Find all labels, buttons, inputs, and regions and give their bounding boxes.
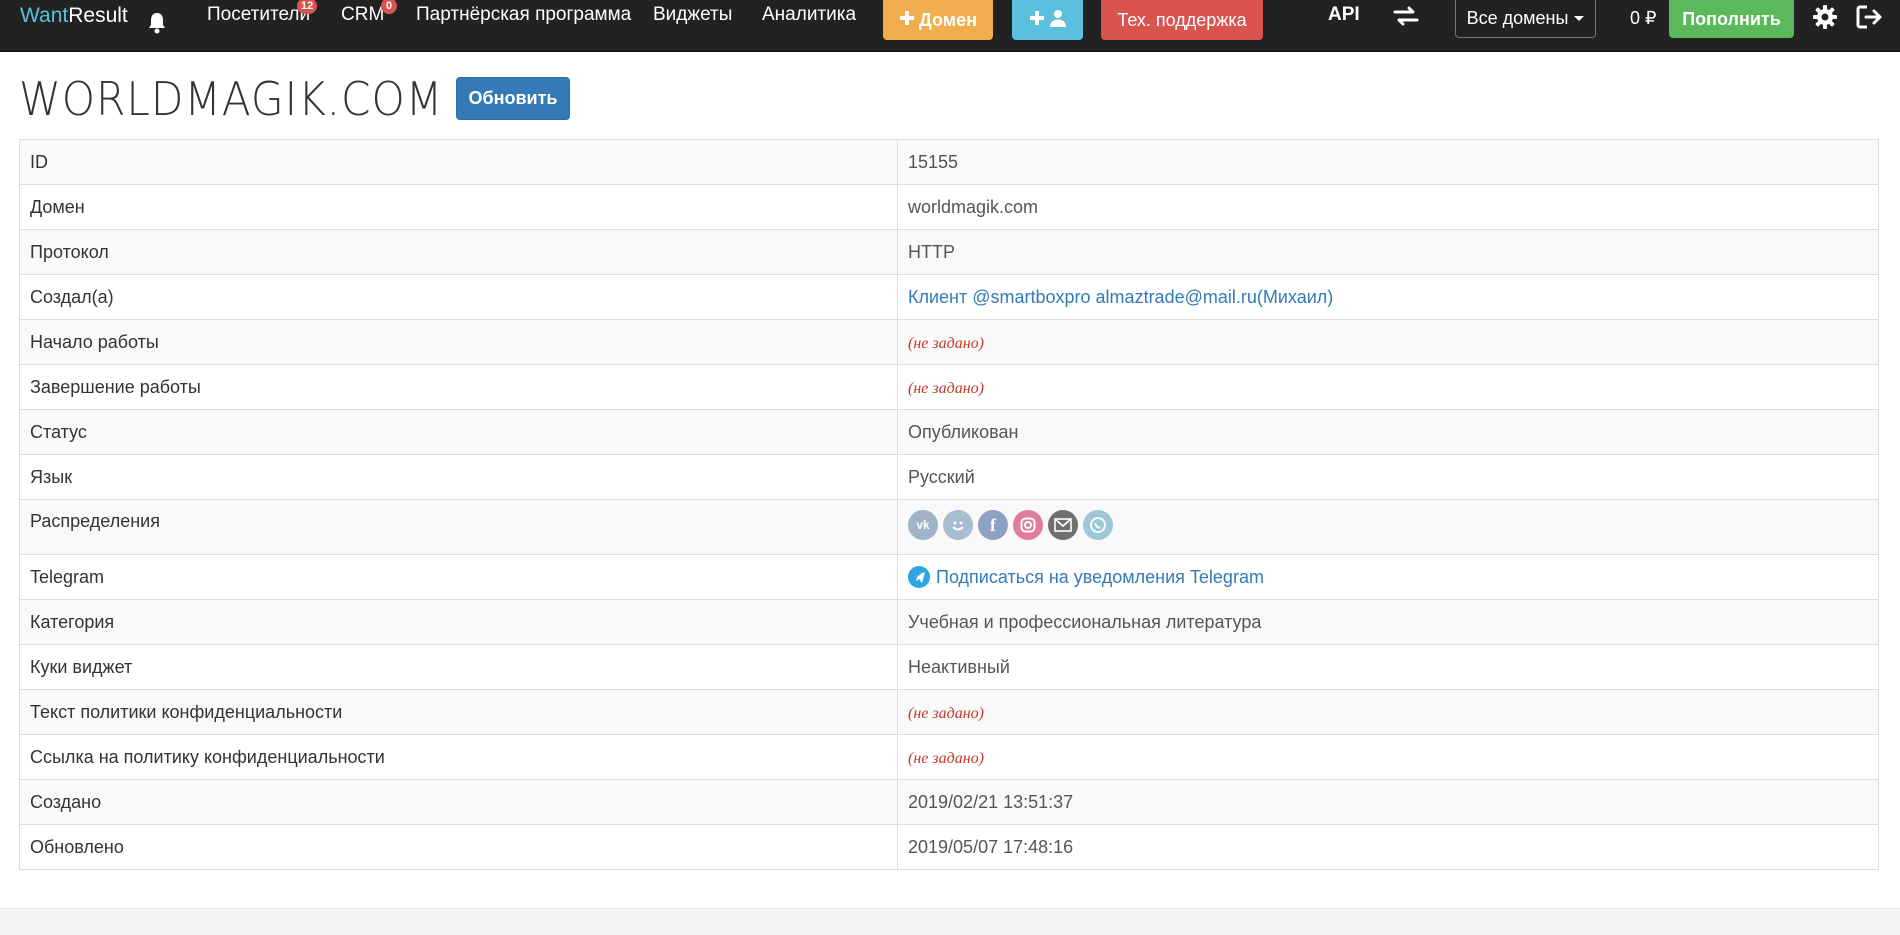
table-row: Категория Учебная и профессиональная лит… (19, 599, 1879, 645)
row-label: Распределения (19, 499, 898, 555)
row-label: Telegram (19, 554, 898, 600)
not-set-value: (не задано) (908, 379, 984, 397)
telegram-subscribe-link[interactable]: Подписаться на уведомления Telegram (936, 567, 1264, 588)
table-row: Куки виджет Неактивный (19, 644, 1879, 690)
email-icon[interactable] (1048, 510, 1078, 540)
table-row: Ссылка на политику конфиденциальности (н… (19, 734, 1879, 780)
crm-badge: 0 (381, 0, 397, 14)
row-label: Статус (19, 409, 898, 455)
visitors-badge: 12 (297, 0, 318, 14)
nav-crm-label: CRM (341, 4, 385, 25)
table-row: Telegram Подписаться на уведомления Tele… (19, 554, 1879, 600)
nav-api[interactable]: API (1328, 4, 1360, 26)
table-row: Завершение работы (не задано) (19, 364, 1879, 410)
topup-button[interactable]: Пополнить (1669, 0, 1794, 38)
row-label: Завершение работы (19, 364, 898, 410)
row-label: Текст политики конфиденциальности (19, 689, 898, 735)
add-domain-label: Домен (919, 9, 977, 30)
row-label: Домен (19, 184, 898, 230)
refresh-button[interactable]: Обновить (456, 77, 570, 120)
footer-bar (0, 908, 1900, 935)
domain-detail-table: ID 15155 Домен worldmagik.com Протокол H… (19, 139, 1879, 870)
logout-icon[interactable] (1855, 4, 1883, 30)
table-row: ID 15155 (19, 139, 1879, 185)
instagram-icon[interactable] (1013, 510, 1043, 540)
telegram-icon (908, 566, 930, 588)
nav-visitors-label: Посетители (207, 4, 311, 25)
support-button[interactable]: Тех. поддержка (1101, 0, 1263, 40)
row-label: Создал(а) (19, 274, 898, 320)
table-row: Создано 2019/02/21 13:51:37 (19, 779, 1879, 825)
table-row: Домен worldmagik.com (19, 184, 1879, 230)
plus-icon (1029, 10, 1045, 31)
row-value: HTTP (897, 229, 1879, 275)
top-navbar: WantResult Посетители 12 CRM 0 Партнёрская… (0, 0, 1900, 52)
creator-link[interactable]: Клиент @smartboxpro almaztrade@mail.ru(М… (908, 287, 1333, 307)
table-row: Протокол HTTP (19, 229, 1879, 275)
brand-want: Want (20, 4, 69, 27)
brand-logo[interactable]: WantResult (20, 4, 128, 28)
row-value: Русский (897, 454, 1879, 500)
user-icon (1049, 9, 1067, 32)
row-label: ID (19, 139, 898, 185)
facebook-icon[interactable]: f (978, 510, 1008, 540)
brand-result: Result (68, 4, 128, 27)
row-label: Категория (19, 599, 898, 645)
row-value: worldmagik.com (897, 184, 1879, 230)
nav-partner-program[interactable]: Партнёрская программа (416, 4, 631, 26)
caret-down-icon (1574, 16, 1585, 21)
not-set-value: (не задано) (908, 334, 984, 352)
nav-visitors[interactable]: Посетители 12 (207, 0, 318, 26)
social-icons: vk f (908, 510, 1868, 540)
row-label: Создано (19, 779, 898, 825)
table-row: Распределения vk f (19, 499, 1879, 555)
row-value: 2019/02/21 13:51:37 (897, 779, 1879, 825)
add-domain-button[interactable]: Домен (883, 0, 993, 40)
row-value: Опубликован (897, 409, 1879, 455)
domains-dropdown-label: Все домены (1466, 8, 1569, 28)
bell-icon[interactable] (146, 11, 168, 35)
gear-icon[interactable] (1812, 4, 1838, 30)
vk-icon[interactable]: vk (908, 510, 938, 540)
row-label: Ссылка на политику конфиденциальности (19, 734, 898, 780)
row-label: Начало работы (19, 319, 898, 365)
row-value: Неактивный (897, 644, 1879, 690)
balance: 0 ₽ (1630, 8, 1657, 28)
table-row: Обновлено 2019/05/07 17:48:16 (19, 824, 1879, 870)
not-set-value: (не задано) (908, 749, 984, 767)
row-label: Протокол (19, 229, 898, 275)
row-label: Язык (19, 454, 898, 500)
plus-icon (899, 10, 915, 31)
table-row: Создал(а) Клиент @smartboxpro almaztrade… (19, 274, 1879, 320)
nav-crm[interactable]: CRM 0 (341, 0, 397, 26)
table-row: Язык Русский (19, 454, 1879, 500)
row-value: 15155 (897, 139, 1879, 185)
whatsapp-icon[interactable] (1083, 510, 1113, 540)
table-row: Статус Опубликован (19, 409, 1879, 455)
row-value: Учебная и профессиональная литература (897, 599, 1879, 645)
page-title: WORLDMAGIK.COM (19, 72, 444, 126)
table-row: Текст политики конфиденциальности (не за… (19, 689, 1879, 735)
not-set-value: (не задано) (908, 704, 984, 722)
nav-widgets[interactable]: Виджеты (653, 4, 732, 26)
swap-arrows-icon[interactable] (1392, 4, 1420, 28)
row-value: 2019/05/07 17:48:16 (897, 824, 1879, 870)
table-row: Начало работы (не задано) (19, 319, 1879, 365)
smile-icon[interactable] (943, 510, 973, 540)
nav-analytics[interactable]: Аналитика (762, 4, 856, 26)
row-label: Куки виджет (19, 644, 898, 690)
add-user-button[interactable] (1012, 0, 1083, 40)
row-label: Обновлено (19, 824, 898, 870)
domains-dropdown[interactable]: Все домены (1455, 0, 1596, 38)
